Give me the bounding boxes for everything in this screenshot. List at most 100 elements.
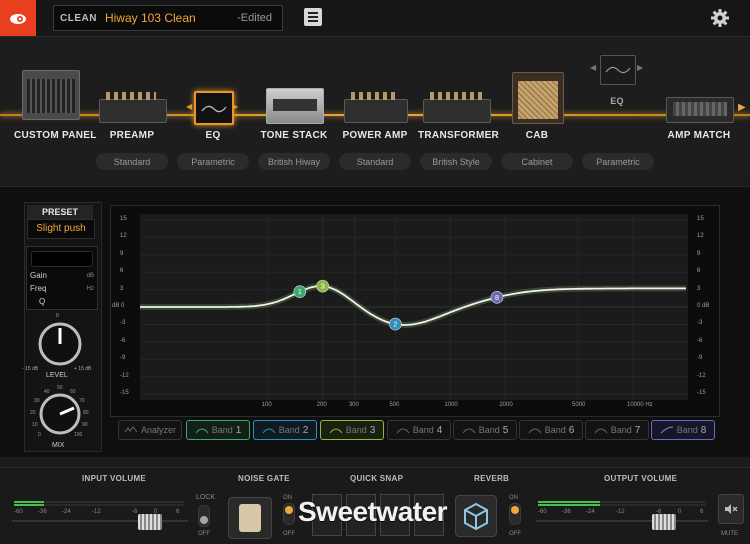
mute-button[interactable] <box>718 494 744 524</box>
band-number: 6 <box>568 424 575 436</box>
band-shape-icon <box>195 428 209 434</box>
band-2-button[interactable]: Band 2 <box>253 420 317 440</box>
level-label: LEVEL <box>46 372 68 379</box>
mix-tick: 50 <box>57 385 63 391</box>
block-tone-stack[interactable]: TONE STACK <box>258 130 330 141</box>
band-label: Band <box>676 425 698 435</box>
x-tick: 300 <box>348 402 359 408</box>
meter-tick: -36 <box>562 509 571 515</box>
lock-toggle[interactable] <box>198 505 210 527</box>
block-cab[interactable]: CAB <box>510 130 564 141</box>
tone-stack-unit[interactable] <box>266 88 324 124</box>
input-meter-fill <box>14 501 44 503</box>
band-number: 7 <box>634 424 641 436</box>
reverb-unit[interactable] <box>455 495 497 537</box>
mix-tick: 10 <box>32 422 38 428</box>
eq-node-label: 8 <box>495 295 499 302</box>
band-1-button[interactable]: Band 1 <box>186 420 250 440</box>
amp-match-unit[interactable] <box>666 97 734 123</box>
band-number: 1 <box>235 424 242 436</box>
post-eq-unit[interactable] <box>600 55 636 85</box>
block-label: AMP MATCH <box>667 130 731 141</box>
meter-tick: -60 <box>538 509 547 515</box>
output-fader-track[interactable] <box>536 520 708 522</box>
model-pill-tone-stack[interactable]: British Hiway <box>258 153 330 170</box>
band-label: Band <box>211 425 233 435</box>
post-eq-prev-arrow-icon[interactable]: ◀ <box>590 63 596 72</box>
eq-next-arrow-icon[interactable]: ▶ <box>232 102 238 111</box>
band-7-button[interactable]: Band 7 <box>585 420 649 440</box>
output-meter-track-2 <box>538 504 706 506</box>
band-shape-icon <box>329 428 343 434</box>
analyzer-icon <box>124 426 138 433</box>
band-3-button[interactable]: Band 3 <box>320 420 384 440</box>
block-preamp[interactable]: PREAMP <box>98 130 166 141</box>
eq-prev-arrow-icon[interactable]: ◀ <box>186 102 192 111</box>
meter-tick: -6 <box>132 509 138 515</box>
model-pill-power-amp[interactable]: Standard <box>339 153 411 170</box>
eq-curve-canvas[interactable]: 1 3 2 8 <box>140 214 688 400</box>
model-pill-cab[interactable]: Cabinet <box>501 153 573 170</box>
mix-tick: 90 <box>82 422 88 428</box>
menu-icon[interactable] <box>304 8 322 26</box>
reverb-title: REVERB <box>474 474 510 483</box>
block-amp-match[interactable]: AMP MATCH <box>662 130 736 141</box>
eq-param-display: Gain dB Freq Hz Q <box>26 246 98 310</box>
band-8-button[interactable]: Band 8 <box>651 420 715 440</box>
app-logo[interactable] <box>0 0 36 36</box>
noise-gate-toggle[interactable] <box>283 503 295 525</box>
model-pill-preamp[interactable]: Standard <box>96 153 168 170</box>
block-transformer[interactable]: TRANSFORMER <box>418 130 499 141</box>
post-eq-next-arrow-icon[interactable]: ▶ <box>637 63 643 72</box>
band-selector-row: Analyzer Band 1 Band 2 Band 3 Band 4 Band 5 B… <box>118 420 715 442</box>
x-tick: 200 <box>316 402 327 408</box>
block-label: POWER AMP <box>342 130 408 141</box>
gear-icon[interactable] <box>710 8 730 28</box>
preset-selector[interactable]: CLEAN Hiway 103 Clean -Edited <box>53 5 283 31</box>
model-pill-eq[interactable]: Parametric <box>177 153 249 170</box>
block-label: EQ <box>205 130 221 141</box>
band-6-button[interactable]: Band 6 <box>519 420 583 440</box>
block-custom-panel[interactable]: CUSTOM PANEL <box>14 130 96 141</box>
param-freq-label: Freq <box>30 284 47 293</box>
y-tick-left: 3 <box>120 285 124 292</box>
band-shape-icon <box>462 428 476 434</box>
band-4-button[interactable]: Band 4 <box>387 420 451 440</box>
reverb-toggle[interactable] <box>509 503 521 525</box>
block-power-amp[interactable]: POWER AMP <box>340 130 410 141</box>
output-fader-handle[interactable] <box>652 514 676 530</box>
y-tick-left: -6 <box>120 337 126 344</box>
y-tick-left: -12 <box>120 372 129 379</box>
power-amp-unit[interactable] <box>344 92 408 123</box>
cab-unit[interactable] <box>512 72 564 124</box>
custom-panel-unit[interactable] <box>22 70 80 120</box>
param-q-label: Q <box>39 297 46 306</box>
transformer-unit[interactable] <box>423 92 491 123</box>
input-fader-handle[interactable] <box>138 514 162 530</box>
block-eq[interactable]: EQ <box>180 130 246 141</box>
eq-preset-value[interactable]: Slight push <box>27 219 95 239</box>
output-meter-track <box>538 501 706 503</box>
output-meter-fill <box>538 501 600 503</box>
block-label: CAB <box>525 130 549 141</box>
model-pill-transformer[interactable]: British Style <box>420 153 492 170</box>
y-tick-left: -9 <box>120 355 126 362</box>
model-pill-post-eq[interactable]: Parametric <box>582 153 654 170</box>
speaker-mute-icon <box>725 504 738 514</box>
preamp-unit[interactable] <box>99 92 167 123</box>
meter-tick: -12 <box>92 509 101 515</box>
quick-snap-title: QUICK SNAP <box>350 474 404 483</box>
x-tick: 500 <box>389 402 400 408</box>
block-post-eq[interactable]: EQ <box>598 96 636 106</box>
y-tick-right: 15 <box>697 215 704 222</box>
eq-plot-area[interactable]: 1 3 2 8 <box>140 214 688 400</box>
analyzer-button[interactable]: Analyzer <box>118 420 182 440</box>
band-number: 8 <box>700 424 707 436</box>
mix-tick: 100 <box>74 432 83 438</box>
noise-gate-pedal[interactable] <box>228 497 272 539</box>
eq-unit-selected[interactable] <box>194 91 234 125</box>
y-tick-right: -9 <box>697 355 703 362</box>
band-5-button[interactable]: Band 5 <box>453 420 517 440</box>
y-tick-right: 9 <box>697 250 701 257</box>
eq-curve-glow <box>140 282 686 329</box>
